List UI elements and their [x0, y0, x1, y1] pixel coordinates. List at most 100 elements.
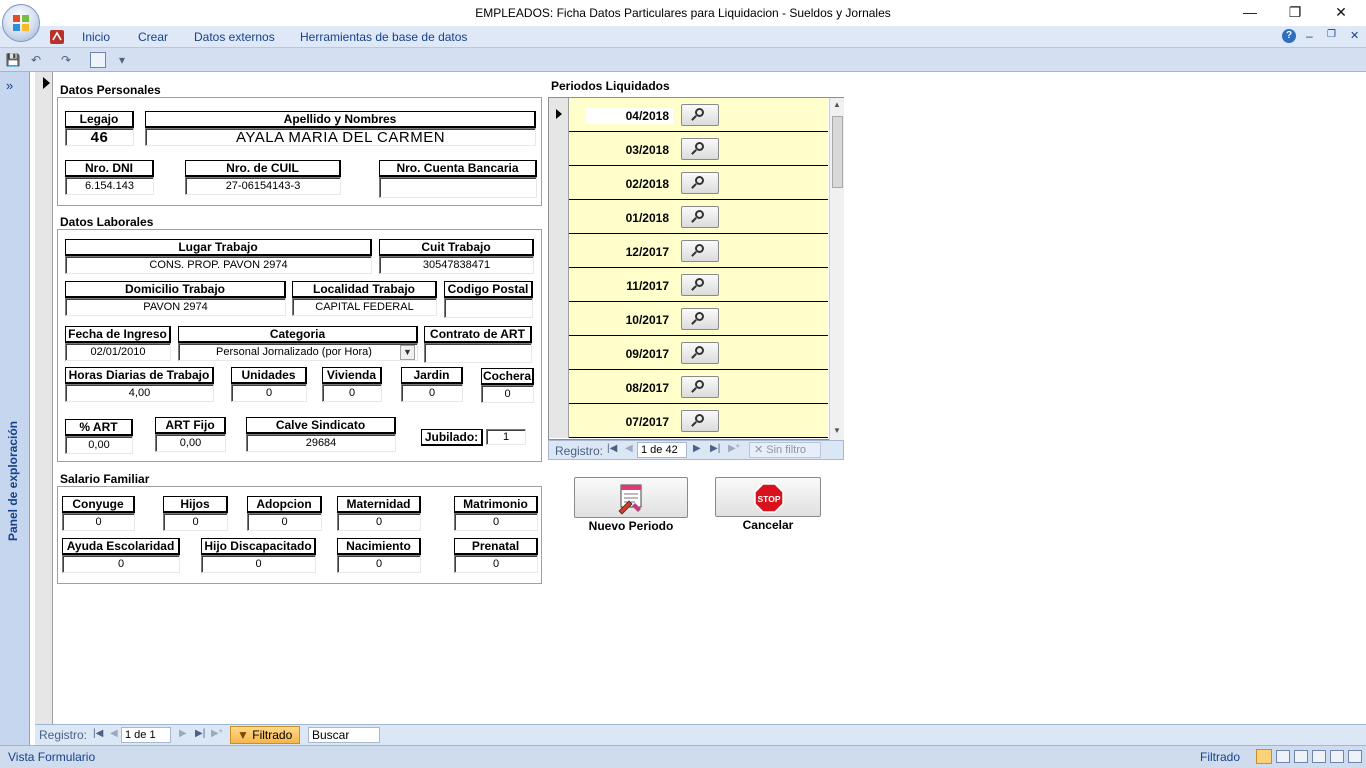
- periodo-date[interactable]: 10/2017: [585, 313, 669, 327]
- form-view-icon[interactable]: [90, 52, 106, 68]
- conyuge-field[interactable]: 0: [62, 513, 135, 531]
- cuit-trabajo-field[interactable]: 30547838471: [379, 256, 534, 274]
- periodo-row-selector[interactable]: [549, 132, 569, 166]
- jubilado-field[interactable]: 1: [486, 429, 526, 445]
- datasheet-view-icon[interactable]: [1276, 750, 1290, 763]
- periodo-date[interactable]: 02/2018: [585, 177, 669, 191]
- scroll-thumb[interactable]: [832, 116, 843, 188]
- periodo-row[interactable]: 10/2017: [549, 302, 828, 336]
- save-icon[interactable]: 💾: [5, 52, 21, 68]
- periodo-date[interactable]: 11/2017: [585, 279, 669, 293]
- periodo-row-selector[interactable]: [549, 98, 569, 132]
- nombre-field[interactable]: AYALA MARIA DEL CARMEN: [145, 128, 536, 146]
- nacimiento-field[interactable]: 0: [337, 555, 421, 573]
- ayuda-escolaridad-field[interactable]: 0: [62, 555, 180, 573]
- tab-herramientas-bd[interactable]: Herramientas de base de datos: [300, 30, 467, 44]
- periodo-row-selector[interactable]: [549, 370, 569, 404]
- expand-nav-icon[interactable]: »: [6, 78, 13, 93]
- chevron-down-icon[interactable]: ▼: [400, 345, 415, 360]
- periodo-row[interactable]: 02/2018: [549, 166, 828, 200]
- form-first-record-icon[interactable]: |◀: [93, 728, 103, 739]
- art-fijo-field[interactable]: 0,00: [155, 434, 226, 452]
- view-periodo-button[interactable]: [681, 342, 719, 364]
- form-record-box[interactable]: 1 de 1: [121, 727, 171, 743]
- cancelar-button[interactable]: STOP: [715, 477, 821, 517]
- matrimonio-field[interactable]: 0: [454, 513, 538, 531]
- periodo-row-selector[interactable]: [549, 404, 569, 438]
- prev-record-icon[interactable]: ◀: [625, 443, 633, 454]
- hijos-field[interactable]: 0: [163, 513, 228, 531]
- doc-restore-button[interactable]: ❐: [1327, 29, 1336, 40]
- navigation-pane[interactable]: » Panel de exploración: [0, 72, 30, 745]
- cuenta-field[interactable]: [379, 177, 537, 198]
- periodo-date[interactable]: 04/2018: [585, 109, 669, 123]
- office-button[interactable]: [2, 4, 40, 42]
- view-periodo-button[interactable]: [681, 172, 719, 194]
- redo-icon[interactable]: ↷: [58, 52, 74, 68]
- buscar-input[interactable]: Buscar: [308, 727, 380, 743]
- periodo-date[interactable]: 03/2018: [585, 143, 669, 157]
- maternidad-field[interactable]: 0: [337, 513, 421, 531]
- periodo-row[interactable]: 04/2018: [549, 98, 828, 132]
- restore-button[interactable]: ❐: [1272, 0, 1318, 26]
- periodo-row[interactable]: 12/2017: [549, 234, 828, 268]
- form-new-record-icon[interactable]: ▶*: [211, 728, 223, 739]
- view-periodo-button[interactable]: [681, 104, 719, 126]
- first-record-icon[interactable]: |◀: [607, 443, 617, 454]
- periodo-row[interactable]: 07/2017: [549, 404, 828, 438]
- periodo-row[interactable]: 03/2018: [549, 132, 828, 166]
- periodos-record-box[interactable]: 1 de 42: [637, 442, 687, 458]
- form-view-icon-status[interactable]: [1256, 749, 1272, 764]
- periodo-row-selector[interactable]: [549, 302, 569, 336]
- cochera-field[interactable]: 0: [481, 385, 534, 403]
- periodo-date[interactable]: 09/2017: [585, 347, 669, 361]
- customize-qat-icon[interactable]: ▾: [114, 52, 130, 68]
- view-periodo-button[interactable]: [681, 410, 719, 432]
- record-selector[interactable]: [35, 72, 53, 724]
- view-periodo-button[interactable]: [681, 240, 719, 262]
- categoria-select[interactable]: Personal Jornalizado (por Hora): [178, 343, 418, 361]
- dni-field[interactable]: 6.154.143: [65, 177, 154, 195]
- domicilio-field[interactable]: PAVON 2974: [65, 298, 286, 316]
- periodo-date[interactable]: 07/2017: [585, 415, 669, 429]
- periodo-date[interactable]: 08/2017: [585, 381, 669, 395]
- view-periodo-button[interactable]: [681, 206, 719, 228]
- next-record-icon[interactable]: ▶: [693, 443, 701, 454]
- last-record-icon[interactable]: ▶|: [710, 443, 720, 454]
- art-pct-field[interactable]: 0,00: [65, 436, 133, 454]
- pivot-chart-view-icon[interactable]: [1312, 750, 1326, 763]
- periodo-row-selector[interactable]: [549, 200, 569, 234]
- sindicato-field[interactable]: 29684: [246, 434, 396, 452]
- doc-minimize-button[interactable]: –: [1306, 29, 1313, 43]
- periodos-scrollbar[interactable]: ▲ ▼: [829, 98, 844, 440]
- design-view-icon[interactable]: [1348, 750, 1362, 763]
- unidades-field[interactable]: 0: [231, 384, 307, 402]
- tab-inicio[interactable]: Inicio: [82, 30, 110, 44]
- periodo-row-selector[interactable]: [549, 268, 569, 302]
- filtrado-button[interactable]: ▼ Filtrado: [230, 726, 300, 744]
- periodo-row-selector[interactable]: [549, 336, 569, 370]
- view-periodo-button[interactable]: [681, 376, 719, 398]
- new-record-icon[interactable]: ▶*: [728, 443, 740, 454]
- lugar-trabajo-field[interactable]: CONS. PROP. PAVON 2974: [65, 256, 372, 274]
- codigo-postal-field[interactable]: [444, 298, 533, 318]
- pivot-table-view-icon[interactable]: [1294, 750, 1308, 763]
- form-next-record-icon[interactable]: ▶: [179, 728, 187, 739]
- jardin-field[interactable]: 0: [401, 384, 463, 402]
- scroll-down-icon[interactable]: ▼: [833, 426, 841, 435]
- sin-filtro-button[interactable]: ✕ Sin filtro: [749, 442, 821, 458]
- form-last-record-icon[interactable]: ▶|: [195, 728, 205, 739]
- tab-datos-externos[interactable]: Datos externos: [194, 30, 275, 44]
- periodo-row[interactable]: 08/2017: [549, 370, 828, 404]
- legajo-field[interactable]: 46: [65, 128, 134, 146]
- nuevo-periodo-button[interactable]: [574, 477, 688, 518]
- layout-view-icon[interactable]: [1330, 750, 1344, 763]
- periodo-row-selector[interactable]: [549, 234, 569, 268]
- fecha-ingreso-field[interactable]: 02/01/2010: [65, 343, 171, 361]
- horas-diarias-field[interactable]: 4,00: [65, 384, 214, 402]
- periodo-row[interactable]: 09/2017: [549, 336, 828, 370]
- periodo-row[interactable]: 01/2018: [549, 200, 828, 234]
- view-periodo-button[interactable]: [681, 138, 719, 160]
- view-periodo-button[interactable]: [681, 274, 719, 296]
- periodo-row[interactable]: 11/2017: [549, 268, 828, 302]
